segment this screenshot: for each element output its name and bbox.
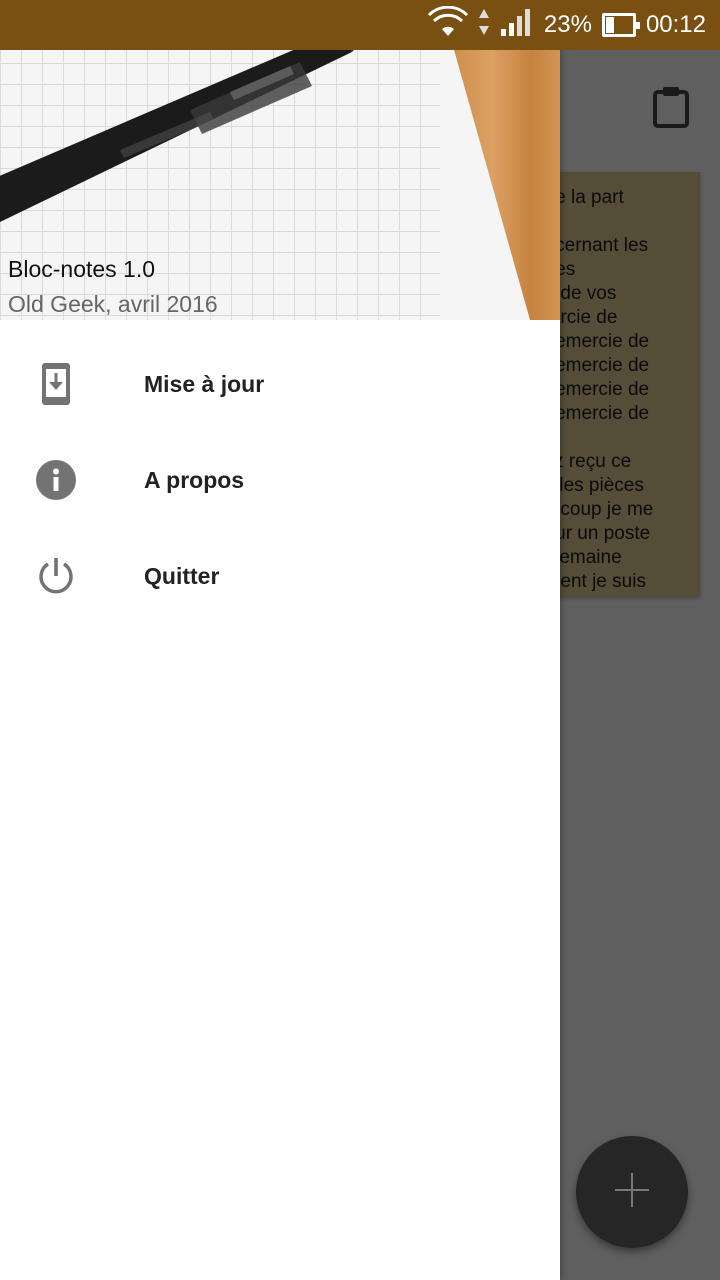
signal-icon	[500, 7, 534, 44]
menu-item-about[interactable]: A propos	[0, 432, 560, 528]
menu-label-update: Mise à jour	[144, 370, 265, 397]
add-note-button[interactable]	[576, 1136, 688, 1248]
battery-percent: 23%	[543, 11, 592, 38]
app-subtitle: Old Geek, avril 2016	[8, 291, 218, 317]
menu-label-quit: Quitter	[144, 562, 220, 589]
wifi-icon	[427, 5, 468, 45]
phone-download-icon	[36, 363, 76, 405]
app-title: Bloc-notes 1.0	[8, 256, 156, 282]
data-arrows-icon	[478, 7, 490, 44]
menu-item-update[interactable]: Mise à jour	[0, 336, 560, 432]
info-icon	[36, 460, 76, 500]
battery-icon	[601, 13, 640, 37]
navigation-drawer: Bloc-notes 1.0 Old Geek, avril 2016 Mise…	[0, 0, 560, 1280]
plus-icon	[612, 1170, 652, 1215]
power-icon	[36, 556, 76, 596]
clock: 00:12	[645, 11, 706, 38]
menu-item-quit[interactable]: Quitter	[0, 528, 560, 624]
drawer-menu: Mise à jour A propos Quitter	[0, 320, 560, 624]
status-bar: 23% 00:12	[0, 0, 720, 50]
menu-label-about: A propos	[144, 466, 245, 493]
